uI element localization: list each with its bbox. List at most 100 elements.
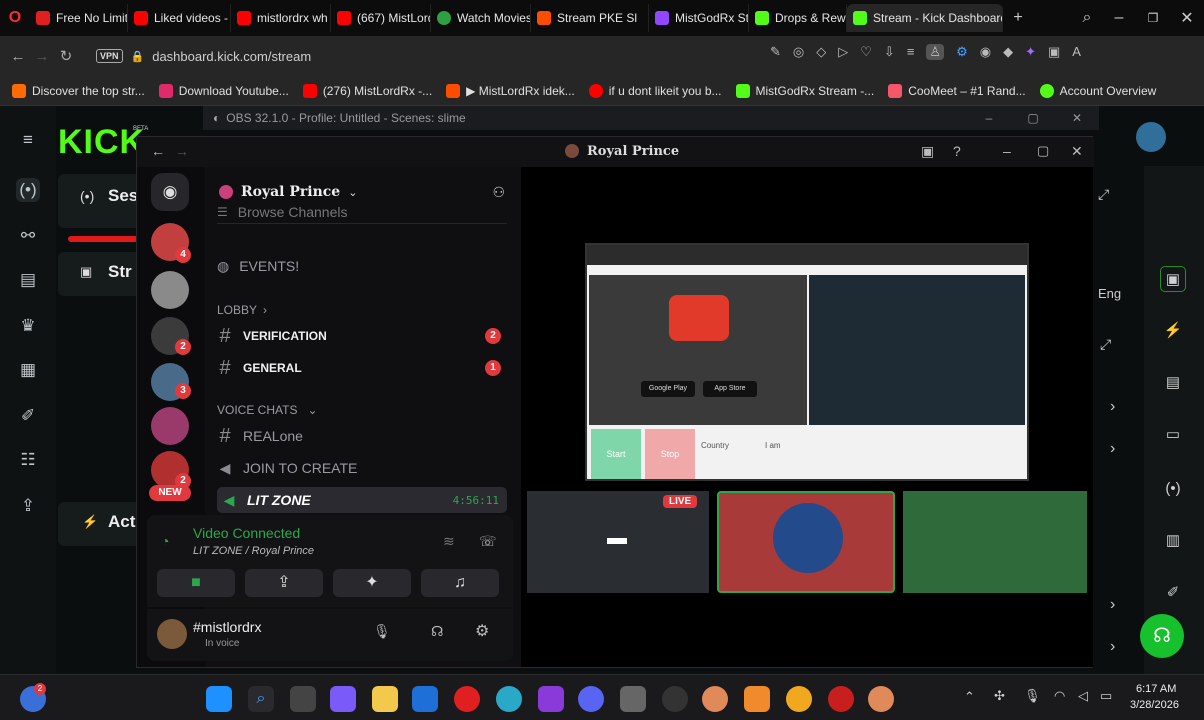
close-icon[interactable]: ✕ <box>1071 143 1083 160</box>
document-icon[interactable]: ▤ <box>1160 370 1186 396</box>
layout-icon[interactable]: ▥ <box>1160 528 1186 554</box>
channel-verification[interactable]: # VERIFICATION 2 <box>217 323 507 349</box>
gear-icon[interactable]: ⚙ <box>475 621 489 641</box>
forward-icon[interactable]: → <box>30 44 54 68</box>
diamond-icon[interactable]: ◆ <box>1003 44 1013 60</box>
link-icon[interactable]: ⚯ <box>16 224 40 248</box>
expand-icon[interactable]: ⤢ <box>1100 336 1111 353</box>
explorer-icon[interactable] <box>372 686 398 712</box>
video-tile[interactable]: ▬ LIVE <box>527 491 709 593</box>
channel-events[interactable]: ◍ EVENTS! <box>217 253 507 279</box>
tab-liked-videos[interactable]: Liked videos - <box>128 4 231 32</box>
channel-lit-zone[interactable]: ◀ LIT ZONE 4:56:11 <box>217 487 507 513</box>
obs-icon[interactable] <box>662 686 688 712</box>
disconnect-icon[interactable]: ☏ <box>479 533 497 550</box>
chevron-right-icon[interactable]: › <box>1110 638 1115 656</box>
volume-icon[interactable]: ◁ <box>1078 688 1088 704</box>
wrench-icon[interactable]: ✐ <box>1160 580 1186 606</box>
tab-stream-pke[interactable]: Stream PKE Sl <box>531 4 649 32</box>
headset-fab-icon[interactable]: ☊ <box>1140 614 1184 658</box>
task-view-icon[interactable] <box>290 686 316 712</box>
server-header[interactable]: Royal Prince ⌄ ⚇ <box>219 181 519 203</box>
discord-home-icon[interactable]: ◉ <box>151 173 189 211</box>
bookmark-item[interactable]: MistGodRx Stream -... <box>735 83 874 98</box>
guild-icon[interactable] <box>151 407 189 445</box>
channel-general[interactable]: # GENERAL 1 <box>217 355 507 381</box>
noise-suppression-icon[interactable]: ≋ <box>443 533 455 550</box>
trophy-icon[interactable]: ♛ <box>16 314 40 338</box>
tab-kick-dashboard[interactable]: Stream - Kick Dashboard <box>847 4 1003 32</box>
edit-icon[interactable]: ✎ <box>770 44 781 60</box>
voice-path[interactable]: LIT ZONE / Royal Prince <box>193 545 314 557</box>
avatar[interactable] <box>157 619 187 649</box>
clipchamp-icon[interactable] <box>538 686 564 712</box>
opera-gx-icon[interactable] <box>828 686 854 712</box>
bookmark-item[interactable]: CooMeet – #1 Rand... <box>888 83 1026 98</box>
fl-studio-icon[interactable] <box>744 686 770 712</box>
wifi-icon[interactable]: ◠ <box>1054 688 1065 704</box>
camera-icon[interactable] <box>620 686 646 712</box>
search-tabs-icon[interactable]: ⌕ <box>1072 9 1102 27</box>
heart-icon[interactable]: ♡ <box>860 44 872 60</box>
shield-icon[interactable]: ◇ <box>816 44 826 60</box>
broadcast-icon[interactable]: (•) <box>16 178 40 202</box>
tab-watch-movies[interactable]: Watch Movies <box>431 4 531 32</box>
help-icon[interactable]: ? <box>953 143 961 159</box>
expand-icon[interactable]: ⤢ <box>1098 186 1109 203</box>
screenshare-tile[interactable]: Google Play App Store Start Stop Country… <box>585 243 1029 481</box>
language-label[interactable]: Eng <box>1098 286 1121 301</box>
back-icon[interactable]: ← <box>6 44 30 68</box>
inbox-icon[interactable]: ▣ <box>921 143 934 160</box>
menu-lines-icon[interactable]: ≡ <box>907 44 915 60</box>
camera-button[interactable]: ■ <box>157 569 235 597</box>
app-icon[interactable] <box>868 686 894 712</box>
bookmark-item[interactable]: Account Overview <box>1039 83 1156 98</box>
close-icon[interactable]: ✕ <box>1055 111 1099 125</box>
clock-date[interactable]: 3/28/2026 <box>1130 699 1179 711</box>
cube-icon[interactable]: ▣ <box>1048 44 1060 60</box>
screen-icon[interactable]: ▣ <box>1160 266 1186 292</box>
reload-icon[interactable]: ↻ <box>54 44 78 68</box>
lock-icon[interactable]: 🔒 <box>131 50 145 63</box>
chevron-right-icon[interactable]: › <box>1110 440 1115 458</box>
chevron-right-icon[interactable]: › <box>1110 398 1115 416</box>
bookmark-item[interactable]: Discover the top str... <box>12 83 145 98</box>
opera-icon[interactable] <box>454 686 480 712</box>
hamburger-icon[interactable]: ≡ <box>16 128 40 152</box>
screenshare-button[interactable]: ⇪ <box>245 569 323 597</box>
clock-time[interactable]: 6:17 AM <box>1136 683 1176 695</box>
guild-icon[interactable] <box>151 271 189 309</box>
chat-icon[interactable]: ▭ <box>1160 422 1186 448</box>
microphone-icon[interactable]: 🎙 <box>373 623 391 640</box>
extension-icon[interactable]: ⚙ <box>956 44 968 60</box>
start-icon[interactable] <box>206 686 232 712</box>
chart-icon[interactable]: ▤ <box>16 268 40 292</box>
headphones-icon[interactable]: ☊ <box>431 623 443 640</box>
tab-free-no-limit[interactable]: Free No Limit <box>30 4 128 32</box>
avatar[interactable] <box>1136 122 1166 152</box>
tab-667-mistlord[interactable]: (667) MistLord <box>331 4 431 32</box>
upload-icon[interactable]: ⇪ <box>16 494 40 518</box>
opera-icon[interactable]: O <box>0 9 30 27</box>
chrome-icon[interactable] <box>786 686 812 712</box>
tray-icon[interactable]: ✣ <box>994 688 1005 704</box>
username[interactable]: #mistlordrx <box>193 619 261 635</box>
puzzle-icon[interactable]: ✦ <box>1025 44 1036 60</box>
channel-realone[interactable]: # REALone <box>217 423 507 449</box>
outlook-icon[interactable] <box>412 686 438 712</box>
download-icon[interactable]: ⇩ <box>884 44 895 60</box>
edge-icon[interactable] <box>496 686 522 712</box>
discord-icon[interactable] <box>578 686 604 712</box>
bookmark-item[interactable]: if u dont likeit you b... <box>588 83 722 98</box>
lightning-icon[interactable]: ⚡ <box>1160 318 1186 344</box>
bookmark-item[interactable]: Download Youtube... <box>158 83 289 98</box>
bookmark-item[interactable]: ▶ MistLordRx idek... <box>446 83 575 98</box>
soundboard-button[interactable]: ♫ <box>421 569 499 597</box>
minimize-icon[interactable]: – <box>1003 143 1011 159</box>
tab-drops-rewards[interactable]: Drops & Rewa <box>749 4 847 32</box>
wrench-icon[interactable]: ✐ <box>16 404 40 428</box>
copilot-icon[interactable] <box>330 686 356 712</box>
category-lobby[interactable]: LOBBY › <box>217 297 507 323</box>
users-icon[interactable]: ☷ <box>16 448 40 472</box>
minimize-icon[interactable]: – <box>1102 9 1136 27</box>
